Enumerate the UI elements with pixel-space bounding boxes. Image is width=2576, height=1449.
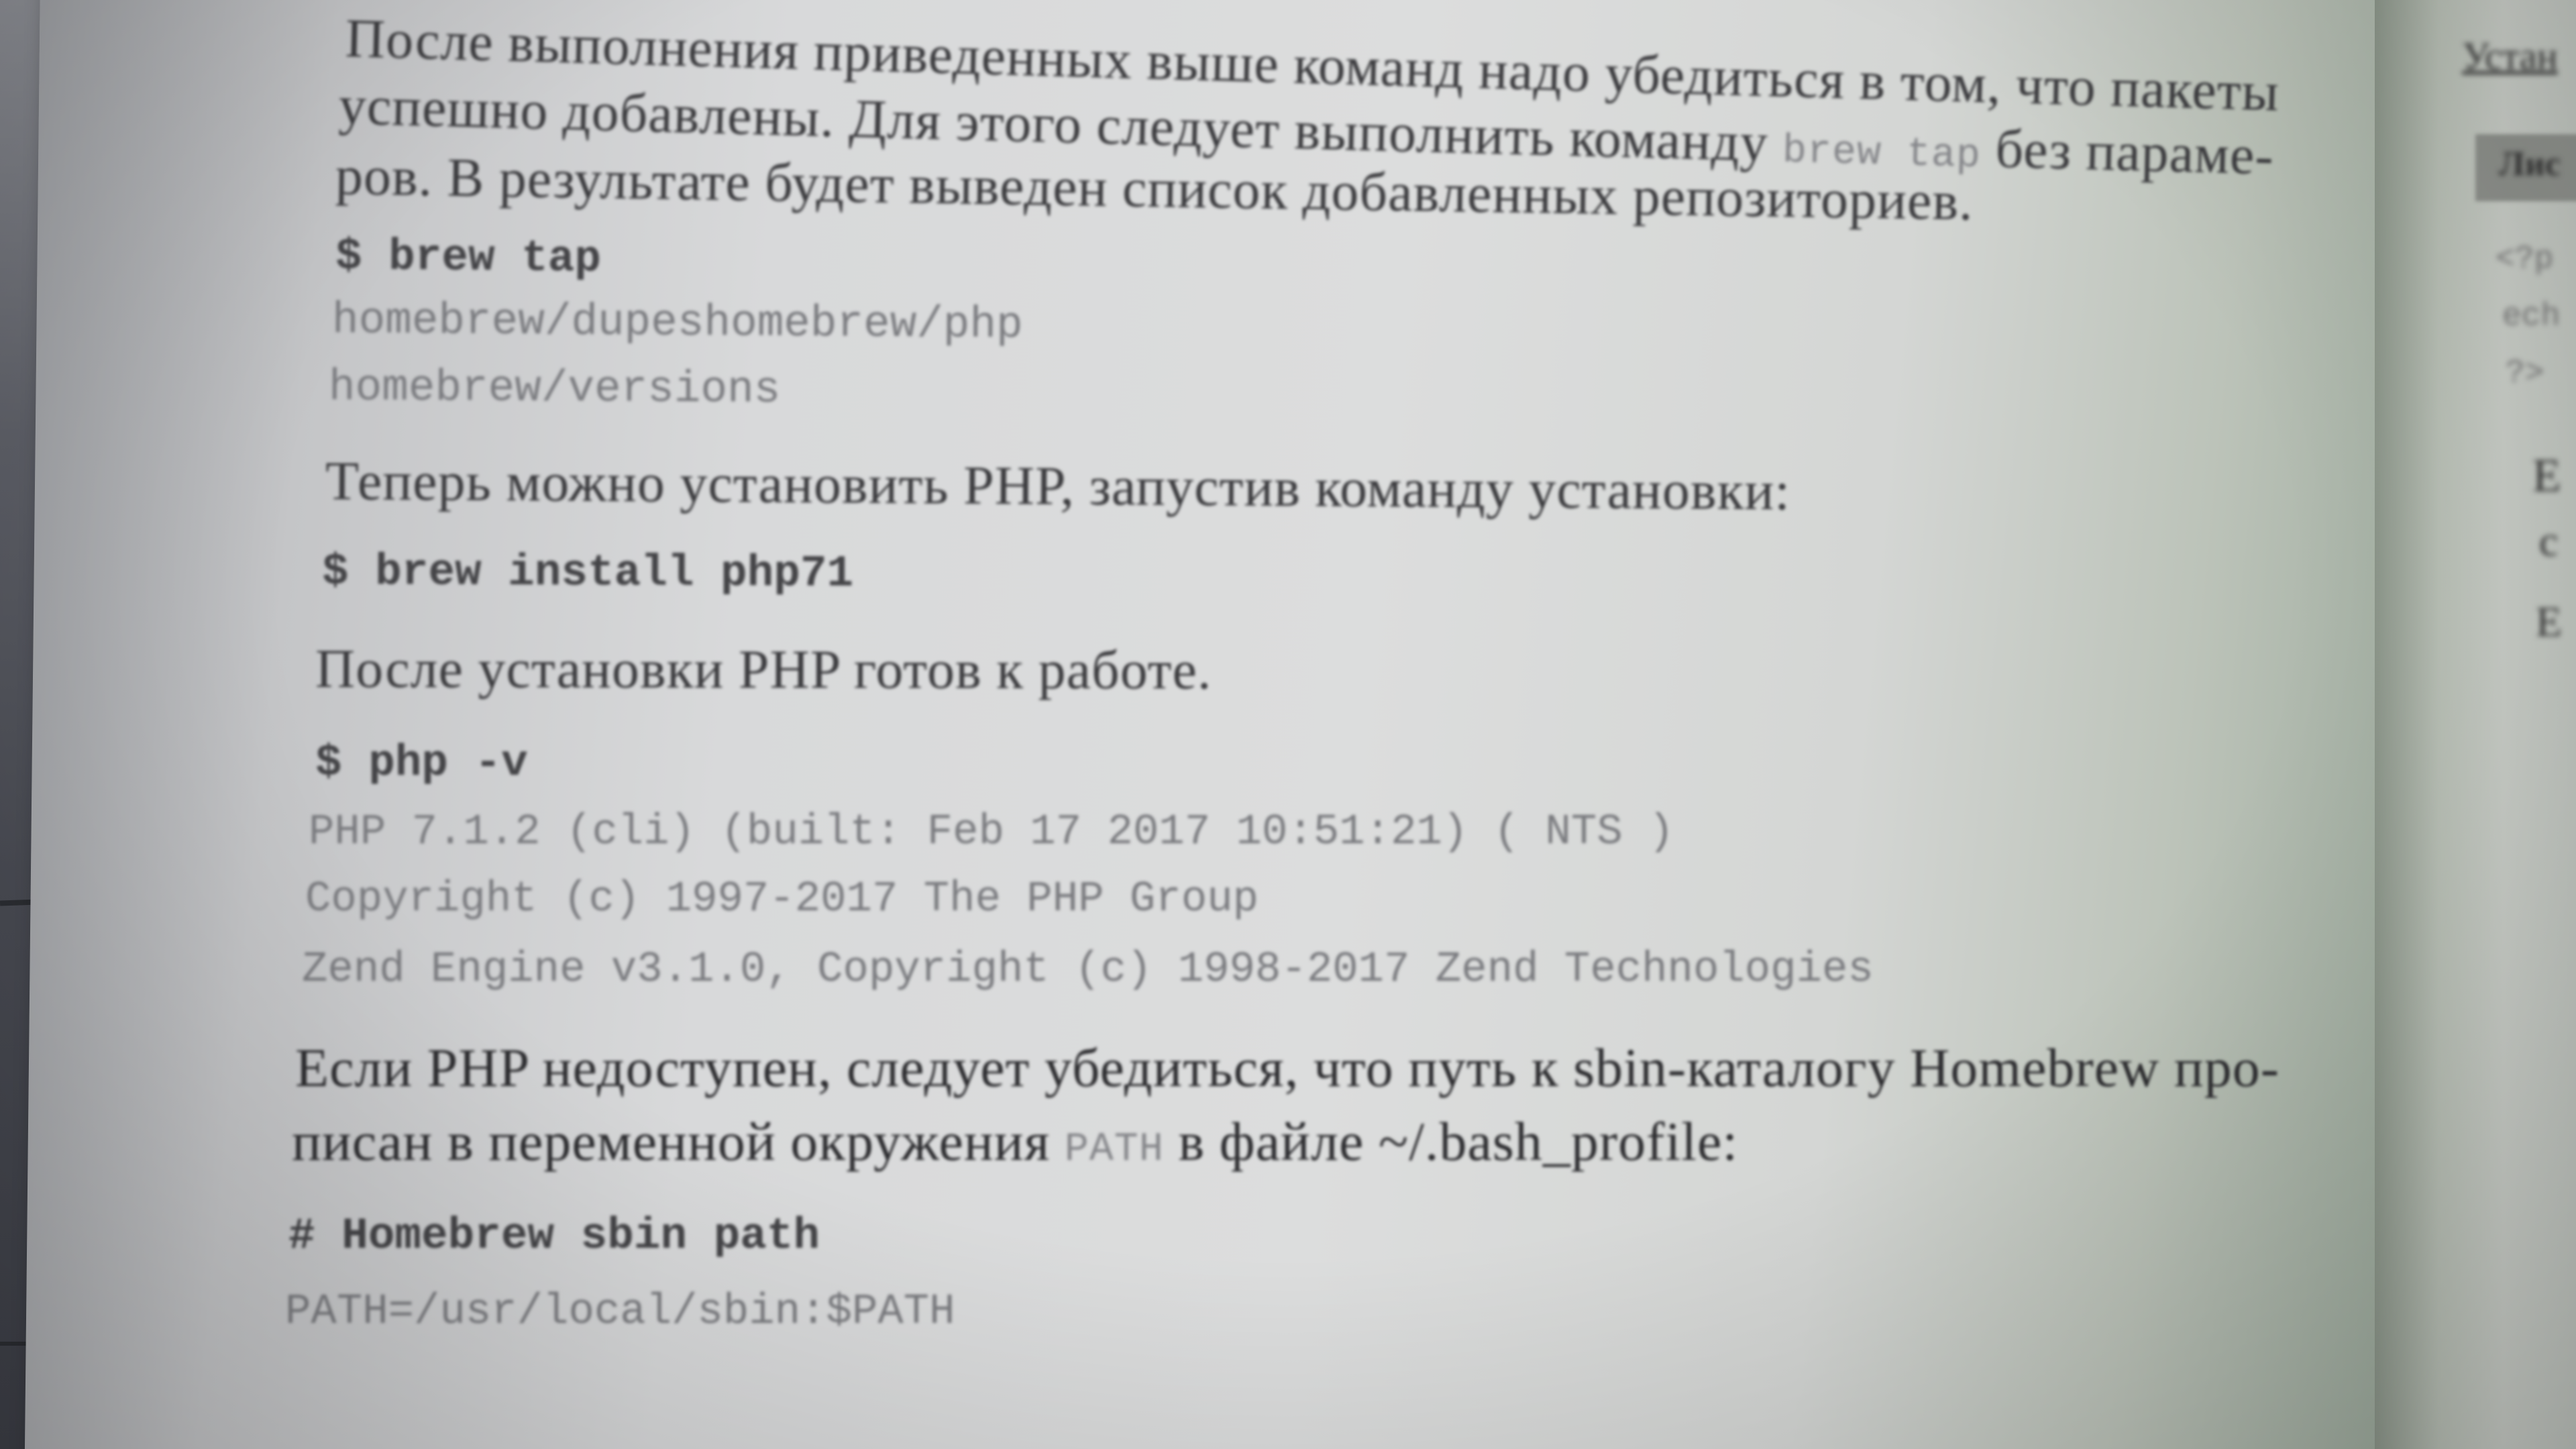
- code-output: PHP 7.1.2 (cli) (built: Feb 17 2017 10:5…: [309, 808, 1674, 857]
- code-output: Copyright (c) 1997-2017 The PHP Group: [305, 875, 1259, 924]
- paragraph-text: без параме-: [1980, 117, 2275, 186]
- code-command: $ brew tap: [335, 231, 602, 284]
- inline-code: PATH: [1064, 1127, 1164, 1173]
- code-output: homebrew/versions: [328, 362, 781, 415]
- photo-scene: Устан Лис <?p ech ?> Е с Е После выполне…: [0, 0, 2576, 1449]
- paragraph-text: Если PHP недоступен, следует убедиться, …: [295, 1037, 2280, 1098]
- code-comment: # Homebrew sbin path: [288, 1211, 820, 1261]
- code-output: homebrew/dupeshomebrew/php: [331, 295, 1024, 351]
- paragraph-text: писан в переменной окружения: [292, 1111, 1065, 1172]
- paragraph-text: в файле ~/.bash_profile:: [1163, 1111, 1739, 1172]
- code-command: $ brew install php71: [321, 547, 854, 599]
- page-text: После выполнения приведенных выше команд…: [0, 0, 2576, 1449]
- paragraph-line: Если PHP недоступен, следует убедиться, …: [295, 1036, 2279, 1099]
- code-output: Zend Engine v3.1.0, Copyright (c) 1998-2…: [302, 946, 1874, 994]
- paragraph-line: писан в переменной окружения PATH в файл…: [292, 1110, 1738, 1173]
- paragraph-line: После установки PHP готов к работе.: [315, 638, 1212, 701]
- code-output: PATH=/usr/local/sbin:$PATH: [285, 1288, 955, 1336]
- code-command: $ php -v: [315, 738, 528, 788]
- paragraph-line: Теперь можно установить PHP, запустив ко…: [325, 450, 1791, 522]
